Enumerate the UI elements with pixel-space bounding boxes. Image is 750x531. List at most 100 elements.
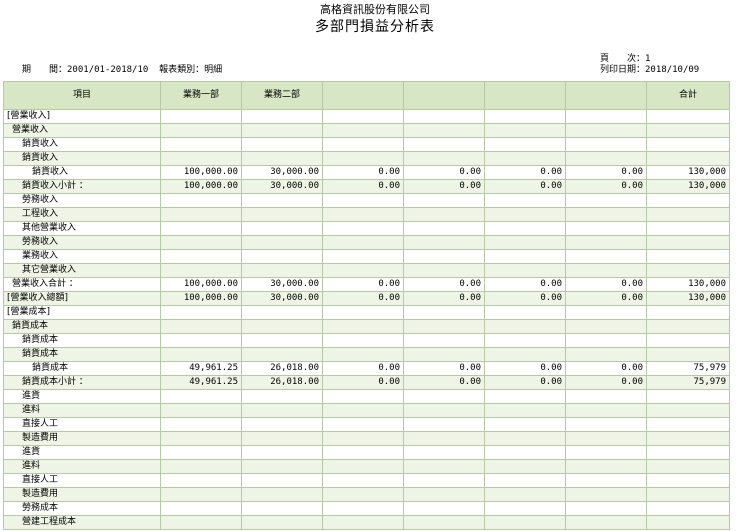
row-value-cell — [484, 319, 566, 334]
table-row: 製造費用 — [3, 431, 730, 446]
row-value-cell — [403, 473, 485, 488]
row-value-cell: 0.00 — [322, 277, 404, 292]
row-value-cell: 0.00 — [565, 361, 647, 376]
row-value-cell — [565, 151, 647, 166]
row-value-cell — [484, 389, 566, 404]
row-value-cell — [241, 235, 323, 250]
column-header-blank — [484, 81, 566, 110]
table-body: [營業收入] 營業收入 銷貨收入 銷貨收入 銷貨收入 100,000.00 30,000.0… — [3, 109, 730, 530]
table-row: 進料 — [3, 459, 730, 474]
table-row: 製造費用 — [3, 487, 730, 502]
row-value-cell — [565, 137, 647, 152]
row-value-cell — [403, 445, 485, 460]
row-label: 勞務收入 — [3, 235, 161, 250]
row-value-cell — [403, 417, 485, 432]
row-total-cell — [646, 235, 730, 250]
row-value-cell — [241, 459, 323, 474]
table-row: 其它營業收入 — [3, 263, 730, 278]
row-value-cell — [565, 249, 647, 264]
row-value-cell — [241, 263, 323, 278]
row-value-cell — [160, 473, 242, 488]
row-label: 直接人工 — [3, 417, 161, 432]
row-value-cell: 26,018.00 — [241, 375, 323, 390]
row-value-cell: 0.00 — [403, 165, 485, 180]
row-value-cell — [484, 333, 566, 348]
table-row: 業務收入 — [3, 249, 730, 264]
row-value-cell — [160, 501, 242, 516]
row-value-cell — [241, 305, 323, 320]
row-total-cell — [646, 263, 730, 278]
row-total-cell — [646, 221, 730, 236]
row-value-cell — [403, 333, 485, 348]
table-row: 其他營業收入 — [3, 221, 730, 236]
row-value-cell — [403, 263, 485, 278]
row-value-cell — [565, 319, 647, 334]
row-value-cell — [403, 151, 485, 166]
row-value-cell — [565, 515, 647, 530]
row-value-cell — [484, 347, 566, 362]
row-value-cell — [484, 417, 566, 432]
row-value-cell — [160, 333, 242, 348]
row-label: [營業收入總額] — [3, 291, 161, 306]
table-row: [營業收入] — [3, 109, 730, 124]
row-total-cell — [646, 137, 730, 152]
row-value-cell — [403, 459, 485, 474]
row-value-cell — [322, 235, 404, 250]
row-value-cell — [322, 389, 404, 404]
row-value-cell — [160, 263, 242, 278]
row-total-cell: 130,000 — [646, 277, 730, 292]
row-value-cell — [565, 417, 647, 432]
row-value-cell — [160, 123, 242, 138]
row-value-cell — [322, 137, 404, 152]
row-value-cell — [403, 123, 485, 138]
row-value-cell — [403, 221, 485, 236]
row-value-cell — [484, 403, 566, 418]
row-label: 其他營業收入 — [3, 221, 161, 236]
print-date-label: 列印日期： — [600, 65, 646, 75]
row-label: 營建工程成本 — [3, 515, 161, 530]
row-total-cell: 75,979 — [646, 375, 730, 390]
column-header-dept1: 業務一部 — [160, 81, 242, 110]
row-value-cell — [484, 123, 566, 138]
row-value-cell — [484, 151, 566, 166]
row-value-cell: 0.00 — [403, 291, 485, 306]
row-value-cell — [241, 515, 323, 530]
row-value-cell: 30,000.00 — [241, 165, 323, 180]
row-value-cell: 0.00 — [484, 277, 566, 292]
row-value-cell — [241, 207, 323, 222]
row-value-cell — [160, 487, 242, 502]
row-label: 銷貨收入 — [3, 165, 161, 180]
row-total-cell — [646, 109, 730, 124]
row-value-cell: 30,000.00 — [241, 179, 323, 194]
row-value-cell — [241, 417, 323, 432]
row-label: 銷貨收入 — [3, 151, 161, 166]
row-value-cell — [322, 263, 404, 278]
row-value-cell — [322, 347, 404, 362]
row-value-cell — [160, 109, 242, 124]
row-value-cell — [160, 193, 242, 208]
row-value-cell — [160, 459, 242, 474]
row-value-cell — [322, 403, 404, 418]
row-value-cell — [403, 431, 485, 446]
row-value-cell — [403, 347, 485, 362]
row-value-cell — [484, 487, 566, 502]
column-header-dept2: 業務二部 — [241, 81, 323, 110]
row-value-cell — [241, 109, 323, 124]
row-label: 銷貨成本 — [3, 347, 161, 362]
report-title: 多部門損益分析表 — [315, 19, 435, 35]
row-value-cell — [160, 431, 242, 446]
row-value-cell — [403, 319, 485, 334]
row-label: 銷貨收入 — [3, 137, 161, 152]
row-label: 銷貨成本 — [3, 319, 161, 334]
row-value-cell — [484, 473, 566, 488]
row-value-cell — [565, 473, 647, 488]
row-total-cell — [646, 249, 730, 264]
row-label: [營業成本] — [3, 305, 161, 320]
row-label: 業務收入 — [3, 249, 161, 264]
row-value-cell — [565, 193, 647, 208]
table-row: 勞務收入 — [3, 193, 730, 208]
row-value-cell — [565, 221, 647, 236]
row-label: [營業收入] — [3, 109, 161, 124]
row-label: 勞務收入 — [3, 193, 161, 208]
row-value-cell — [160, 137, 242, 152]
